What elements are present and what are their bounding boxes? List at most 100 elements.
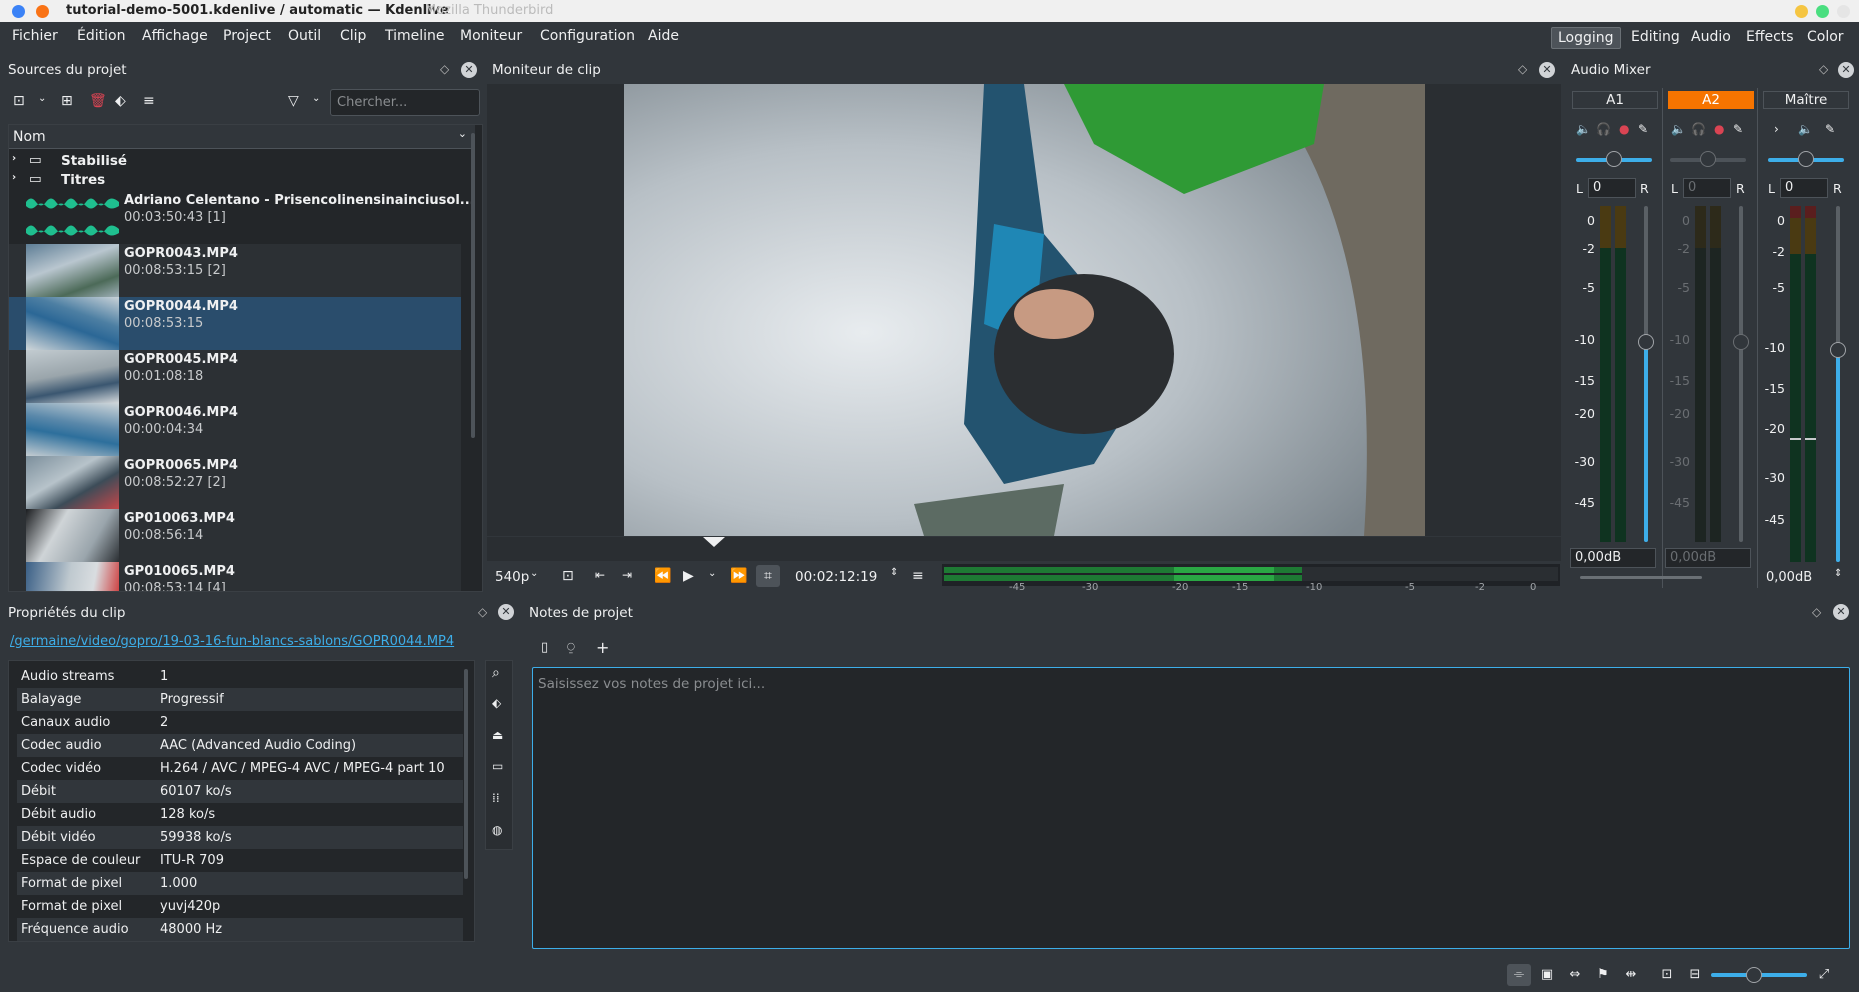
play-icon[interactable]: ▶ (683, 568, 694, 584)
chevron-right-icon[interactable]: › (1774, 122, 1779, 136)
mute-icon[interactable]: 🔈 (1798, 122, 1813, 136)
list-view-icon[interactable]: ≡ (143, 93, 155, 109)
timecode-display[interactable]: 00:02:12:19 (795, 569, 877, 585)
chevron-down-icon[interactable]: ⌄ (38, 93, 46, 104)
layout-audio[interactable]: Audio (1685, 27, 1737, 49)
list-item[interactable]: GP010065.MP4 00:08:53:14 [4] (9, 562, 461, 591)
tag-icon[interactable]: ⬖ (115, 93, 126, 109)
set-out-icon[interactable]: ⇥ (622, 568, 632, 582)
master-gain[interactable]: 0,00dB (1766, 570, 1812, 585)
expand-arrow-icon[interactable]: › (12, 172, 16, 183)
close-panel-icon[interactable]: ✕ (1539, 62, 1555, 78)
zoom-knob[interactable] (1746, 967, 1762, 983)
add-folder-icon[interactable]: ⊞ (61, 93, 73, 109)
zoom-out-icon[interactable]: ⊟ (1683, 964, 1707, 986)
timeline-ruler[interactable] (487, 537, 1561, 561)
spin-arrows-icon[interactable]: ⇕ (890, 567, 898, 578)
menu-edition[interactable]: Édition (77, 28, 125, 44)
float-panel-icon[interactable]: ◇ (478, 605, 487, 619)
zone-icon[interactable]: ⊡ (562, 568, 574, 584)
menu-clip[interactable]: Clip (340, 28, 366, 44)
effects-icon[interactable]: ✎ (1825, 122, 1835, 136)
close-panel-icon[interactable]: ✕ (461, 62, 477, 78)
effects-icon[interactable]: ✎ (1733, 122, 1743, 136)
window-minimize-icon[interactable] (36, 5, 49, 18)
search-icon[interactable]: ⌕ (492, 665, 500, 681)
spin-arrows-icon[interactable]: ⇕ (1834, 568, 1842, 579)
volume-knob[interactable] (1830, 342, 1846, 358)
balance-spin[interactable]: 0 (1780, 178, 1828, 198)
float-panel-icon[interactable]: ◇ (1819, 62, 1828, 76)
gain-spin[interactable]: 0,00dB (1570, 548, 1656, 568)
float-panel-icon[interactable]: ◇ (1518, 62, 1527, 76)
close-panel-icon[interactable]: ✕ (1833, 604, 1849, 620)
grid-icon[interactable]: ⁞⁞ (492, 791, 500, 805)
analysis-icon[interactable]: ◍ (492, 823, 502, 837)
zoom-fit-icon[interactable]: ⊡ (1655, 964, 1679, 986)
resolution-select[interactable]: 540p (495, 569, 529, 585)
effects-icon[interactable]: ✎ (1638, 122, 1648, 136)
layout-logging[interactable]: Logging (1551, 27, 1621, 49)
headphones-icon[interactable]: 🎧 (1691, 122, 1706, 136)
search-input[interactable]: Chercher... (330, 89, 480, 116)
menu-affichage[interactable]: Affichage (142, 28, 208, 44)
volume-knob[interactable] (1733, 334, 1749, 350)
window-close-icon[interactable] (12, 5, 25, 18)
layout-editing[interactable]: Editing (1625, 27, 1686, 49)
window-close-button[interactable] (1837, 5, 1850, 18)
add-timestamp-icon[interactable]: ⍜ (567, 640, 575, 655)
list-item[interactable]: GOPR0046.MP4 00:00:04:34 (9, 403, 461, 456)
record-icon[interactable]: ● (1619, 122, 1629, 136)
zoom-in-icon[interactable]: ⤢ (1812, 964, 1836, 986)
list-item[interactable]: GOPR0043.MP4 00:08:53:15 [2] (9, 244, 461, 297)
menu-timeline[interactable]: Timeline (385, 28, 445, 44)
ripple-icon[interactable]: ⇔ (1563, 964, 1587, 986)
chevron-down-icon[interactable]: ⌄ (312, 93, 320, 104)
menu-outil[interactable]: Outil (288, 28, 321, 44)
balance-spin[interactable]: 0 (1683, 178, 1731, 198)
headphones-icon[interactable]: 🎧 (1596, 122, 1611, 136)
channel-master-label[interactable]: Maître (1763, 91, 1849, 109)
layout-effects[interactable]: Effects (1740, 27, 1800, 49)
window-min-button[interactable] (1795, 5, 1808, 18)
list-item[interactable]: GOPR0065.MP4 00:08:52:27 [2] (9, 456, 461, 509)
horizontal-scrollbar[interactable] (1580, 576, 1702, 579)
bookmark-icon[interactable]: ▯ (541, 640, 548, 655)
layout-color[interactable]: Color (1801, 27, 1850, 49)
volume-knob[interactable] (1638, 334, 1654, 350)
menu-project[interactable]: Project (223, 28, 271, 44)
fast-forward-icon[interactable]: ⏩ (730, 568, 747, 584)
folder-titres[interactable]: › ▭ Titres (9, 171, 461, 190)
notes-textarea[interactable]: Saisissez vos notes de projet ici... (532, 667, 1850, 949)
chevron-down-icon[interactable]: ⌄ (458, 127, 467, 140)
tag-icon[interactable]: ⬖ (492, 696, 501, 710)
float-panel-icon[interactable]: ◇ (1812, 605, 1821, 619)
frame-icon[interactable]: ▭ (492, 759, 503, 773)
list-item[interactable]: Adriano Celentano - Prisencolinensinainc… (9, 191, 475, 244)
balance-spin[interactable]: 0 (1588, 178, 1636, 198)
marker-flag-icon[interactable]: ⚑ (1591, 964, 1615, 986)
volume-fader[interactable] (1739, 206, 1743, 542)
close-panel-icon[interactable]: ✕ (1838, 62, 1854, 78)
add-icon[interactable]: + (596, 638, 609, 657)
scrollbar[interactable] (464, 669, 468, 879)
mute-icon[interactable]: 🔈 (1576, 122, 1591, 136)
window-max-button[interactable] (1816, 5, 1829, 18)
close-panel-icon[interactable]: ✕ (498, 604, 514, 620)
float-panel-icon[interactable]: ◇ (440, 62, 449, 76)
save-icon[interactable]: ▣ (1535, 964, 1559, 986)
clip-path-link[interactable]: /germaine/video/gopro/19-03-16-fun-blanc… (10, 634, 454, 649)
channel-a1-label[interactable]: A1 (1572, 91, 1658, 109)
balance-knob[interactable] (1700, 151, 1716, 167)
folder-stabilise[interactable]: › ▭ Stabilisé (9, 152, 461, 171)
menu-moniteur[interactable]: Moniteur (460, 28, 522, 44)
balance-knob[interactable] (1606, 151, 1622, 167)
menu-icon[interactable]: ≡ (912, 568, 924, 584)
crop-icon[interactable]: ⌗ (756, 565, 780, 587)
mute-icon[interactable]: 🔈 (1671, 122, 1686, 136)
delete-icon[interactable]: 🗑 (89, 93, 107, 109)
record-icon[interactable]: ● (1714, 122, 1724, 136)
chevron-down-icon[interactable]: ⌄ (530, 568, 538, 579)
menu-fichier[interactable]: Fichier (12, 28, 58, 44)
list-item[interactable]: GP010063.MP4 00:08:56:14 (9, 509, 461, 562)
